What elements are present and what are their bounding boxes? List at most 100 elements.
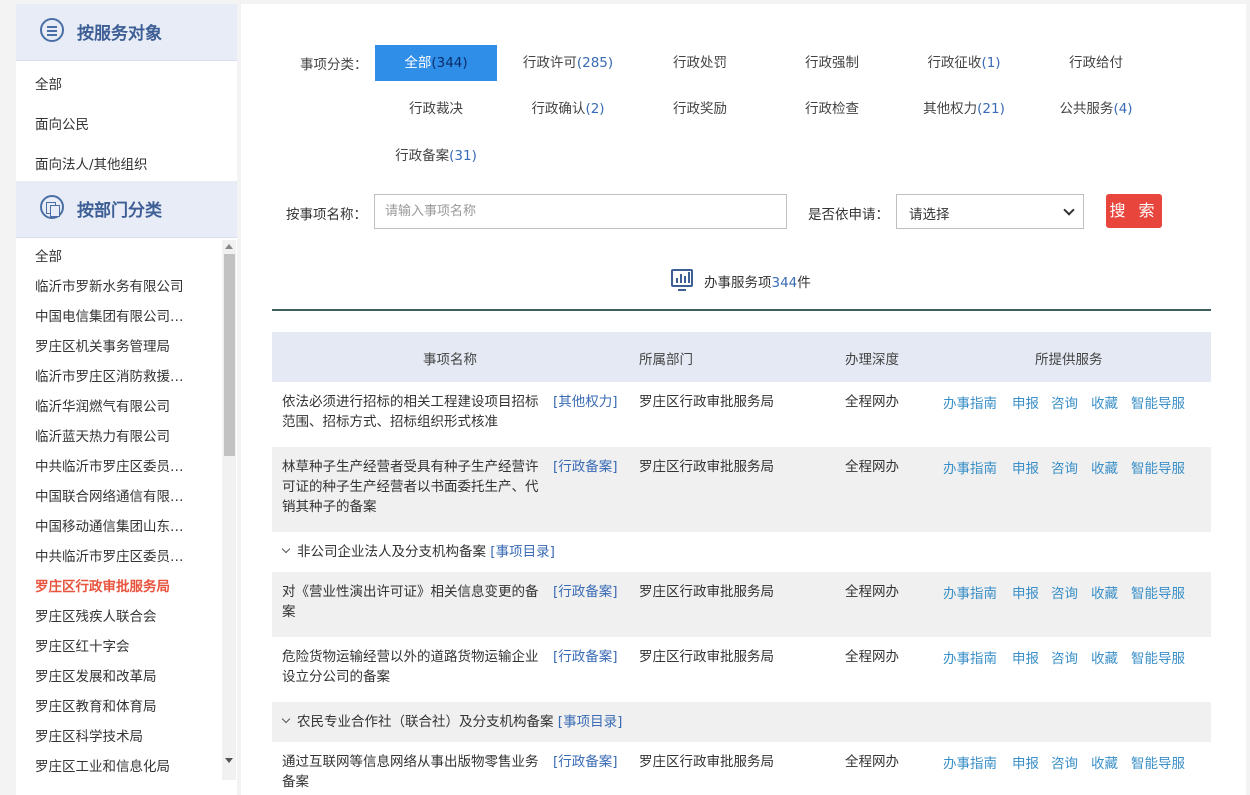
category-name: 其他权力 bbox=[923, 101, 978, 117]
guide-link[interactable]: 办事指南 bbox=[943, 584, 997, 604]
dept-item[interactable]: 中共临沂市罗庄区委员… bbox=[35, 545, 203, 565]
category-group[interactable]: 农民专业合作社（联合社）及分支机构备案 [事项目录] bbox=[272, 702, 1211, 742]
smart-guide-link[interactable]: 智能导服 bbox=[1131, 754, 1185, 774]
category-admin-license[interactable]: 行政许可(285) bbox=[507, 45, 629, 81]
search-button[interactable]: 搜 索 bbox=[1106, 194, 1162, 228]
catalog-link[interactable]: [事项目录] bbox=[490, 544, 555, 560]
service-count-text: 办事服务项344件 bbox=[704, 275, 811, 291]
dept-item[interactable]: 罗庄区教育和体育局 bbox=[35, 695, 203, 715]
apply-link[interactable]: 申报 bbox=[1012, 394, 1039, 414]
consult-link[interactable]: 咨询 bbox=[1051, 649, 1078, 669]
category-name: 行政征收 bbox=[927, 55, 982, 71]
dept-item[interactable]: 临沂市罗庄区消防救援… bbox=[35, 365, 203, 385]
dept-item[interactable]: 中共临沂市罗庄区委员… bbox=[35, 455, 203, 475]
apply-link[interactable]: 申报 bbox=[1012, 754, 1039, 774]
consult-link[interactable]: 咨询 bbox=[1051, 754, 1078, 774]
category-admin-levy[interactable]: 行政征收(1) bbox=[903, 45, 1025, 81]
favorite-link[interactable]: 收藏 bbox=[1091, 754, 1118, 774]
item-type-tag[interactable]: [行政备案] bbox=[553, 647, 618, 667]
category-admin-ruling[interactable]: 行政裁决 bbox=[375, 91, 497, 127]
list-icon bbox=[40, 18, 64, 42]
dept-item[interactable]: 临沂蓝天热力有限公司 bbox=[35, 425, 203, 445]
column-header-services: 所提供服务 bbox=[1035, 352, 1103, 368]
apply-filter-value: 请选择 bbox=[909, 207, 950, 223]
column-header-name: 事项名称 bbox=[423, 352, 477, 368]
apply-filter-select[interactable]: 请选择 bbox=[896, 194, 1084, 229]
category-public-service[interactable]: 公共服务(4) bbox=[1035, 91, 1157, 127]
category-admin-filing[interactable]: 行政备案(31) bbox=[375, 138, 497, 174]
category-admin-confirmation[interactable]: 行政确认(2) bbox=[507, 91, 629, 127]
favorite-link[interactable]: 收藏 bbox=[1091, 584, 1118, 604]
smart-guide-link[interactable]: 智能导服 bbox=[1131, 394, 1185, 414]
dept-item[interactable]: 罗庄区工业和信息化局 bbox=[35, 755, 203, 775]
sidebar-item-citizens[interactable]: 面向公民 bbox=[35, 113, 203, 133]
dept-item-active[interactable]: 罗庄区行政审批服务局 bbox=[35, 575, 203, 595]
apply-filter-label: 是否依申请： bbox=[808, 207, 889, 223]
scrollbar-thumb[interactable] bbox=[224, 254, 235, 456]
item-name[interactable]: 林草种子生产经营者受具有种子生产经营许可证的种子生产经营者以书面委托生产、代销其… bbox=[282, 457, 548, 517]
dept-item[interactable]: 罗庄区机关事务管理局 bbox=[35, 335, 203, 355]
apply-link[interactable]: 申报 bbox=[1012, 649, 1039, 669]
bar-chart-monitor-icon bbox=[671, 269, 693, 291]
category-admin-enforcement[interactable]: 行政强制 bbox=[771, 45, 893, 81]
smart-guide-link[interactable]: 智能导服 bbox=[1131, 584, 1185, 604]
dept-item[interactable]: 罗庄区科学技术局 bbox=[35, 725, 203, 745]
item-name[interactable]: 危险货物运输经营以外的道路货物运输企业设立分公司的备案 bbox=[282, 647, 548, 687]
category-admin-reward[interactable]: 行政奖励 bbox=[639, 91, 761, 127]
favorite-link[interactable]: 收藏 bbox=[1091, 459, 1118, 479]
guide-link[interactable]: 办事指南 bbox=[943, 459, 997, 479]
category-other-powers[interactable]: 其他权力(21) bbox=[903, 91, 1025, 127]
category-admin-penalty[interactable]: 行政处罚 bbox=[639, 45, 761, 81]
consult-link[interactable]: 咨询 bbox=[1051, 394, 1078, 414]
guide-link[interactable]: 办事指南 bbox=[943, 754, 997, 774]
favorite-link[interactable]: 收藏 bbox=[1091, 394, 1118, 414]
sidebar-item-legal-entities[interactable]: 面向法人/其他组织 bbox=[35, 153, 203, 173]
category-group[interactable]: 非公司企业法人及分支机构备案 [事项目录] bbox=[272, 532, 1211, 572]
dept-item-all[interactable]: 全部 bbox=[35, 245, 203, 265]
dept-list-scrollbar[interactable] bbox=[222, 240, 236, 780]
item-name[interactable]: 通过互联网等信息网络从事出版物零售业务备案 bbox=[282, 752, 548, 792]
chevron-down-icon[interactable] bbox=[281, 544, 291, 554]
dept-item[interactable]: 罗庄区残疾人联合会 bbox=[35, 605, 203, 625]
item-type-tag[interactable]: [行政备案] bbox=[553, 752, 618, 772]
dept-item[interactable]: 罗庄区发展和改革局 bbox=[35, 665, 203, 685]
item-name[interactable]: 依法必须进行招标的相关工程建设项目招标范围、招标方式、招标组织形式核准 bbox=[282, 392, 548, 432]
chevron-down-icon[interactable] bbox=[281, 714, 291, 724]
consult-link[interactable]: 咨询 bbox=[1051, 459, 1078, 479]
group-title: 非公司企业法人及分支机构备案 [事项目录] bbox=[297, 544, 555, 560]
dept-item[interactable]: 罗庄区红十字会 bbox=[35, 635, 203, 655]
item-dept: 罗庄区行政审批服务局 bbox=[639, 754, 774, 770]
guide-link[interactable]: 办事指南 bbox=[943, 649, 997, 669]
item-name-search-input[interactable] bbox=[374, 194, 787, 229]
table-row: 通过互联网等信息网络从事出版物零售业务备案 [行政备案] 罗庄区行政审批服务局 … bbox=[272, 742, 1211, 795]
dept-item[interactable]: 临沂市罗新水务有限公司 bbox=[35, 275, 203, 295]
sidebar-header-by-target: 按服务对象 bbox=[16, 4, 237, 61]
dept-item[interactable]: 中国电信集团有限公司… bbox=[35, 305, 203, 325]
category-admin-payment[interactable]: 行政给付 bbox=[1035, 45, 1157, 81]
apply-link[interactable]: 申报 bbox=[1012, 584, 1039, 604]
copy-icon bbox=[40, 195, 64, 219]
category-all[interactable]: 全部(344) bbox=[375, 45, 497, 81]
item-name[interactable]: 对《营业性演出许可证》相关信息变更的备案 bbox=[282, 582, 548, 622]
item-type-tag[interactable]: [其他权力] bbox=[553, 392, 618, 412]
divider bbox=[272, 309, 1211, 311]
item-depth: 全程网办 bbox=[845, 754, 899, 770]
category-admin-inspection[interactable]: 行政检查 bbox=[771, 91, 893, 127]
dept-item[interactable]: 临沂华润燃气有限公司 bbox=[35, 395, 203, 415]
smart-guide-link[interactable]: 智能导服 bbox=[1131, 649, 1185, 669]
category-label: 事项分类： bbox=[300, 57, 368, 73]
sidebar-item-all-targets[interactable]: 全部 bbox=[35, 73, 203, 93]
smart-guide-link[interactable]: 智能导服 bbox=[1131, 459, 1185, 479]
consult-link[interactable]: 咨询 bbox=[1051, 584, 1078, 604]
apply-link[interactable]: 申报 bbox=[1012, 459, 1039, 479]
favorite-link[interactable]: 收藏 bbox=[1091, 649, 1118, 669]
item-type-tag[interactable]: [行政备案] bbox=[553, 582, 618, 602]
scroll-up-arrow-icon[interactable] bbox=[225, 244, 233, 249]
item-dept: 罗庄区行政审批服务局 bbox=[639, 584, 774, 600]
catalog-link[interactable]: [事项目录] bbox=[558, 714, 623, 730]
scroll-down-arrow-icon[interactable] bbox=[225, 758, 233, 763]
dept-item[interactable]: 中国联合网络通信有限… bbox=[35, 485, 203, 505]
item-type-tag[interactable]: [行政备案] bbox=[553, 457, 618, 477]
dept-item[interactable]: 中国移动通信集团山东… bbox=[35, 515, 203, 535]
guide-link[interactable]: 办事指南 bbox=[943, 394, 997, 414]
